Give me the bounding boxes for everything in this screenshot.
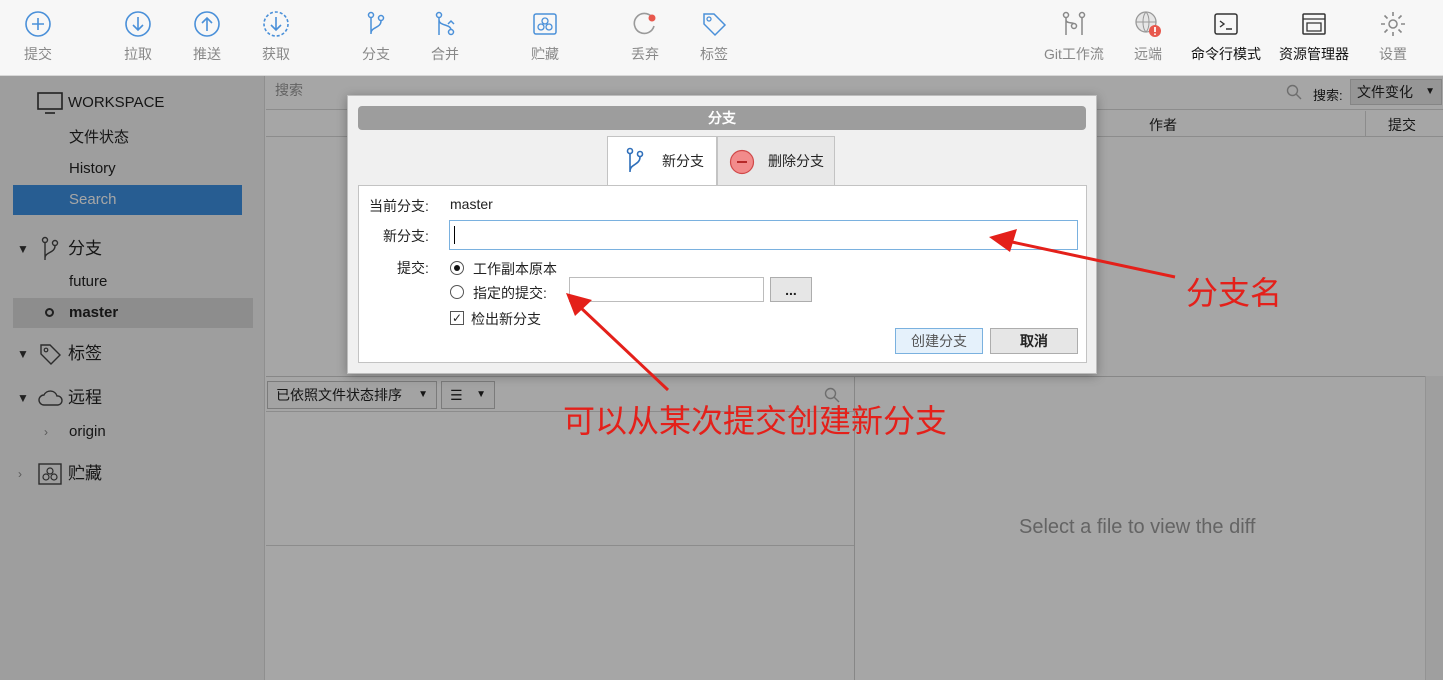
annotation-from-commit: 可以从某次提交创建新分支 [563,403,948,439]
annotation-arrows [566,229,1176,392]
annotation-branch-name: 分支名 [1186,275,1283,311]
arrow-to-new-branch-input [989,229,1176,279]
arrow-to-specific-commit [566,293,670,392]
